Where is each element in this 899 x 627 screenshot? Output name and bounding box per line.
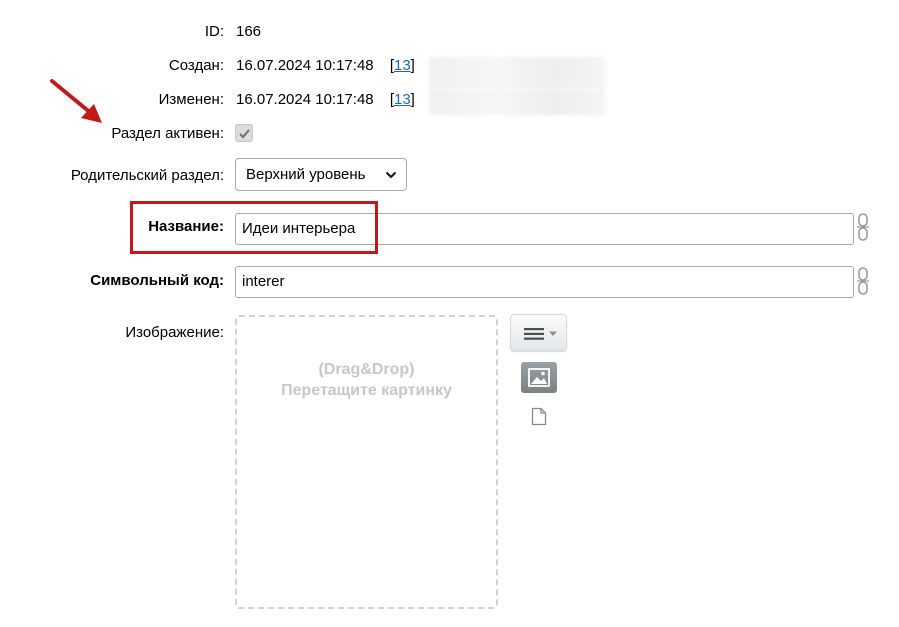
image-source-menu-button[interactable] xyxy=(510,314,567,351)
image-label: Изображение: xyxy=(125,324,224,341)
image-dropzone[interactable]: (Drag&Drop) Перетащите картинку xyxy=(235,315,498,609)
annotation-arrow xyxy=(50,79,102,123)
active-label: Раздел активен: xyxy=(111,125,224,142)
section-edit-form: ID: 166 Создан: 16.07.2024 10:17:48 [13]… xyxy=(0,0,899,627)
checkmark-icon xyxy=(239,129,250,139)
code-label: Символьный код: xyxy=(90,272,224,289)
menu-dropdown-icon xyxy=(524,328,557,340)
parent-label: Родительский раздел: xyxy=(70,167,224,184)
modified-bracket-close: ] xyxy=(410,91,415,108)
modified-value-row: 16.07.2024 10:17:48 [13] xyxy=(236,91,415,108)
redacted-user-name xyxy=(429,57,605,89)
id-value: 166 xyxy=(236,23,262,40)
file-icon[interactable] xyxy=(531,407,547,426)
active-checkbox[interactable] xyxy=(235,124,253,142)
parent-selected-value: Верхний уровень xyxy=(246,166,366,183)
created-label: Создан: xyxy=(168,57,224,74)
parent-select[interactable]: Верхний уровень xyxy=(235,158,407,191)
created-datetime: 16.07.2024 10:17:48 xyxy=(236,57,374,74)
chain-link-icon[interactable] xyxy=(856,213,870,241)
dropzone-hint-line2: Перетащите картинку xyxy=(281,382,452,399)
image-upload-button[interactable] xyxy=(521,362,557,393)
modified-label: Изменен: xyxy=(158,91,224,108)
annotation-highlight-box xyxy=(130,201,378,254)
image-icon xyxy=(528,368,550,387)
modified-datetime: 16.07.2024 10:17:48 xyxy=(236,91,374,108)
dropzone-hint-line1: (Drag&Drop) xyxy=(318,361,415,378)
created-value-row: 16.07.2024 10:17:48 [13] xyxy=(236,57,415,74)
created-bracket-close: ] xyxy=(410,57,415,74)
chevron-down-icon xyxy=(385,171,397,179)
modified-user-link[interactable]: 13 xyxy=(394,91,411,108)
id-label: ID: xyxy=(204,23,224,40)
chain-link-icon[interactable] xyxy=(856,267,870,295)
created-user-link[interactable]: 13 xyxy=(394,57,411,74)
redacted-user-name xyxy=(429,89,605,115)
code-input[interactable]: interer xyxy=(235,266,854,298)
